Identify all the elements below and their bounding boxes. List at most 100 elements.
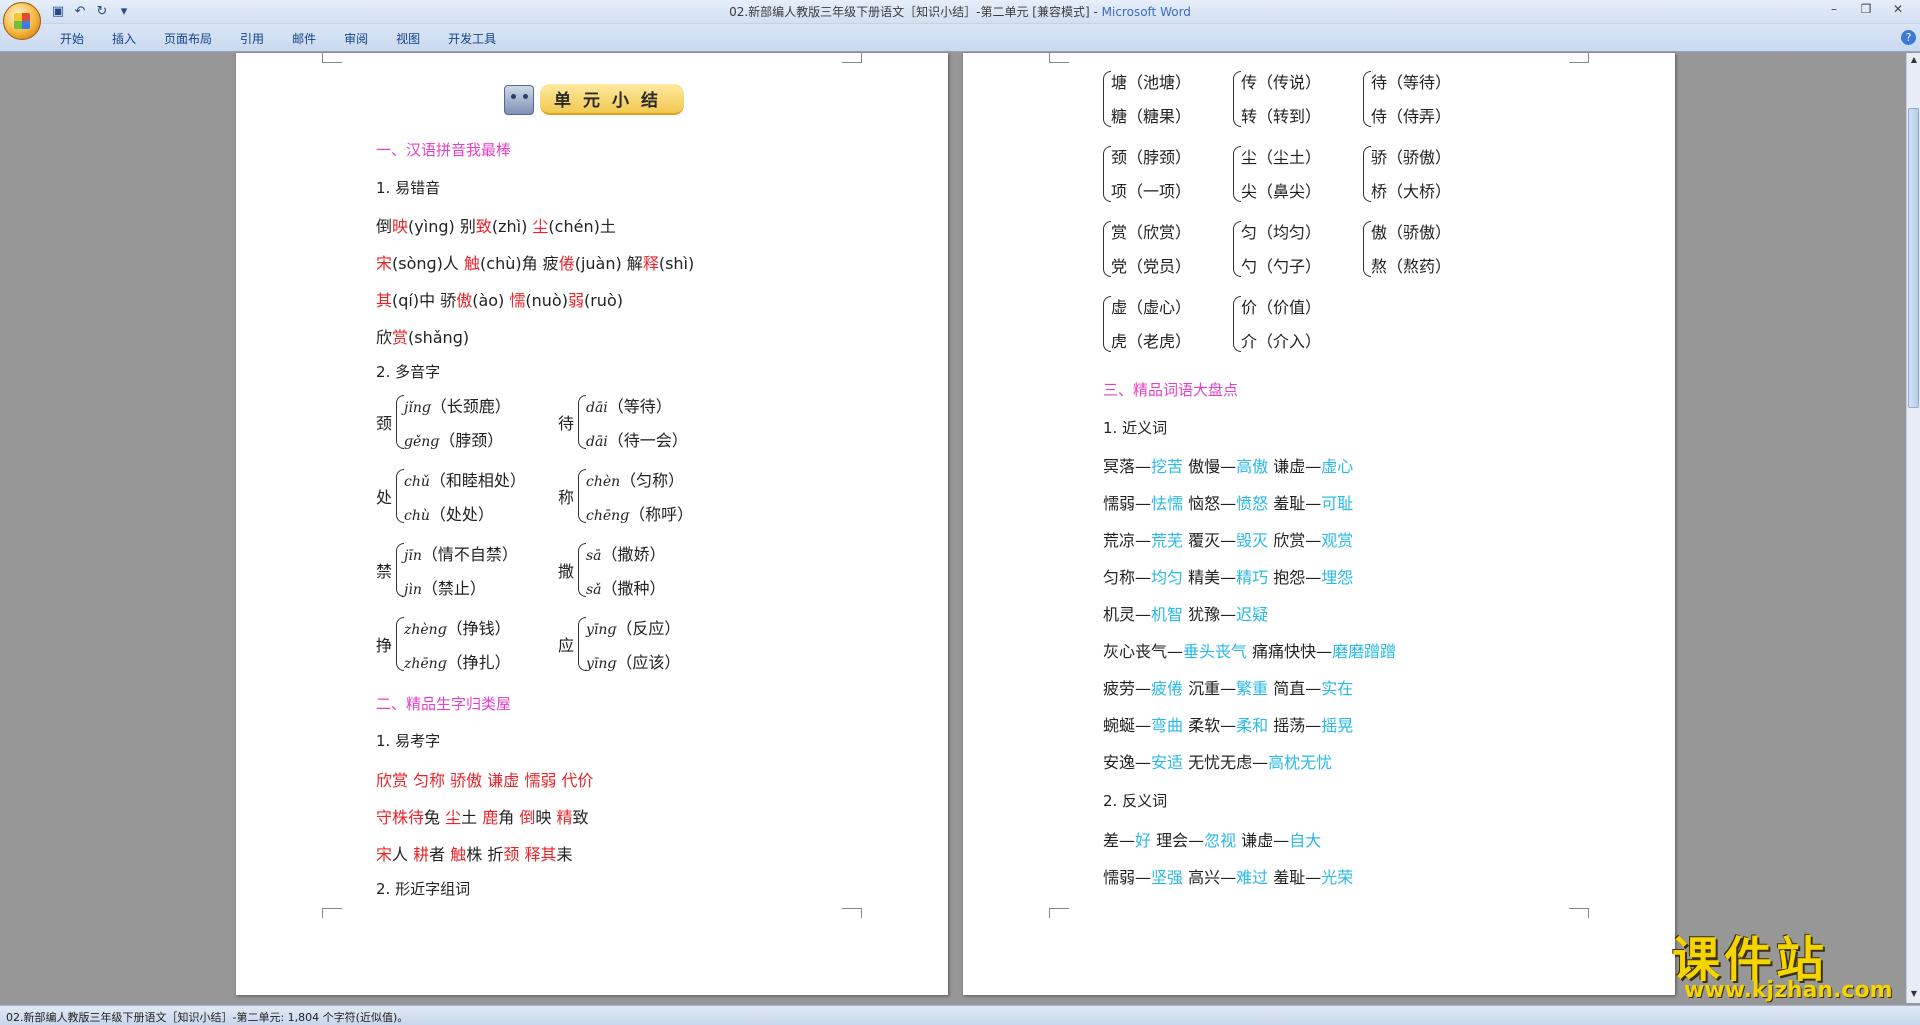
- word-pair-line: 疲劳—疲倦 沉重—繁重 简直—实在: [1103, 675, 1353, 699]
- pinyin: yīnɡ: [586, 656, 617, 672]
- text-run: 蜿蜒—: [1103, 716, 1152, 735]
- text-run: 疲倦: [1151, 679, 1184, 698]
- polyphone-reading: jǐnɡ（长颈鹿）: [404, 393, 511, 417]
- polyphone-char: 应: [558, 636, 575, 655]
- text-run: 摇荡—: [1268, 716, 1322, 735]
- text-run: 毁灭: [1236, 531, 1269, 550]
- tab-8[interactable]: 开发工具: [434, 30, 510, 47]
- brace-icon: [396, 543, 404, 597]
- text-run: 无忧无虑—: [1183, 753, 1269, 772]
- watermark-logo: 课件站 www.kjzhan.com: [1664, 920, 1904, 1005]
- text-run: 欣赏 匀称 骄傲 谦虚 懦弱 代价: [376, 771, 594, 790]
- text-run: (shì): [658, 254, 695, 273]
- text-run: 高兴—: [1183, 868, 1237, 887]
- text-run: (yìng) 别: [408, 217, 476, 236]
- text-run: 可耻: [1321, 494, 1354, 513]
- example-word: （待一会）: [607, 431, 688, 450]
- char-word: 勺（勺子）: [1241, 257, 1322, 276]
- margin-mark: [842, 53, 862, 63]
- tab-3[interactable]: 页面布局: [150, 30, 226, 47]
- example-word: （和睦相处）: [429, 471, 526, 490]
- text-run: 怯懦: [1151, 494, 1184, 513]
- example-word: （反应）: [616, 619, 681, 638]
- brace-icon: [396, 617, 404, 671]
- brace-icon: [396, 469, 404, 523]
- brace-icon: [1103, 221, 1111, 277]
- text-run: 触: [464, 254, 481, 273]
- text-run: 机智: [1151, 605, 1184, 624]
- office-button[interactable]: [3, 2, 41, 40]
- example-word: （匀称）: [620, 471, 685, 490]
- char-word: 侍（侍弄）: [1371, 107, 1452, 126]
- text-run: 自大: [1289, 831, 1322, 850]
- example-word: （等待）: [607, 397, 672, 416]
- word-pair-line: 匀称—均匀 精美—精巧 抱怨—埋怨: [1103, 564, 1353, 588]
- pinyin: chèn: [586, 474, 621, 490]
- vertical-scrollbar[interactable]: ▲ ▼: [1906, 53, 1920, 1003]
- margin-mark: [842, 908, 862, 918]
- scroll-up-icon[interactable]: ▲: [1909, 55, 1919, 65]
- pinyin: ɡěnɡ: [404, 434, 440, 450]
- subheading: 2. 形近字组词: [376, 880, 471, 898]
- section-heading: 一、汉语拼音我最棒: [376, 141, 512, 159]
- text-line: 倒映(yìng) 别致(zhì) 尘(chén)土: [376, 213, 616, 237]
- subheading: 1. 易错音: [376, 179, 441, 197]
- text-run: 释: [642, 254, 659, 273]
- text-run: 垂头丧气: [1183, 642, 1248, 661]
- tab-6[interactable]: 审阅: [330, 30, 382, 47]
- polyphone-reading: chǔ（和睦相处）: [404, 467, 526, 491]
- subheading: 2. 反义词: [1103, 792, 1168, 810]
- restore-icon[interactable]: ❐: [1850, 2, 1882, 20]
- pinyin: jìn: [404, 582, 422, 598]
- subheading: 1. 易考字: [376, 732, 441, 750]
- tab-4[interactable]: 引用: [226, 30, 278, 47]
- text-run: 观赏: [1321, 531, 1354, 550]
- text-run: 抱怨—: [1268, 568, 1322, 587]
- example-word: （撒种）: [601, 579, 666, 598]
- example-word: （处处）: [429, 505, 494, 524]
- text-run: 倒: [519, 808, 536, 827]
- char-word: 颈（脖颈）: [1111, 148, 1192, 167]
- brace-icon: [578, 469, 586, 523]
- status-bar: 02.新部编人教版三年级下册语文［知识小结］-第二单元: 1,804 个字符(近…: [0, 1005, 1920, 1025]
- text-run: (qí)中 骄: [392, 291, 457, 310]
- brace-icon: [1233, 221, 1241, 277]
- text-run: 耒: [556, 845, 573, 864]
- text-run: 痛痛快快—: [1247, 642, 1333, 661]
- example-word: （挣扎）: [446, 653, 511, 672]
- close-icon[interactable]: ✕: [1882, 2, 1914, 20]
- text-run: 高傲: [1236, 457, 1269, 476]
- polyphone-reading: ɡěnɡ（脖颈）: [404, 427, 503, 451]
- char-word: 介（介入）: [1241, 332, 1322, 351]
- example-word: （禁止）: [421, 579, 486, 598]
- text-run: 光荣: [1321, 868, 1354, 887]
- tab-2[interactable]: 插入: [98, 30, 150, 47]
- pinyin: sǎ: [586, 582, 602, 598]
- tab-7[interactable]: 视图: [382, 30, 434, 47]
- help-icon[interactable]: ?: [1901, 30, 1916, 45]
- word-pair-line: 差—好 理会—忽视 谦虚—自大: [1103, 827, 1321, 851]
- minimize-icon[interactable]: –: [1818, 2, 1850, 20]
- margin-mark: [1049, 53, 1069, 63]
- text-run: 释其: [524, 845, 557, 864]
- text-run: 磨磨蹭蹭: [1332, 642, 1397, 661]
- text-run: 机灵—: [1103, 605, 1152, 624]
- scroll-down-icon[interactable]: ▼: [1909, 989, 1919, 999]
- brace-icon: [1103, 146, 1111, 202]
- pinyin: jǐnɡ: [404, 400, 431, 416]
- text-run: 愤怒: [1236, 494, 1269, 513]
- office-logo-icon: [14, 13, 30, 29]
- text-run: 精美—: [1183, 568, 1237, 587]
- pinyin: sā: [586, 548, 602, 564]
- text-run: (zhì): [491, 217, 533, 236]
- text-run: (ruò): [583, 291, 623, 310]
- brace-icon: [1363, 221, 1371, 277]
- text-run: 宋: [376, 254, 393, 273]
- tab-5[interactable]: 邮件: [278, 30, 330, 47]
- char-word: 熬（熬药）: [1371, 257, 1452, 276]
- brace-icon: [396, 395, 404, 449]
- title-bar: ▣ ↶ ↻ ▾ 02.新部编人教版三年级下册语文［知识小结］-第二单元 [兼容模…: [0, 0, 1920, 24]
- brace-icon: [1233, 146, 1241, 202]
- scroll-thumb[interactable]: [1908, 108, 1919, 408]
- tab-1[interactable]: 开始: [46, 30, 98, 47]
